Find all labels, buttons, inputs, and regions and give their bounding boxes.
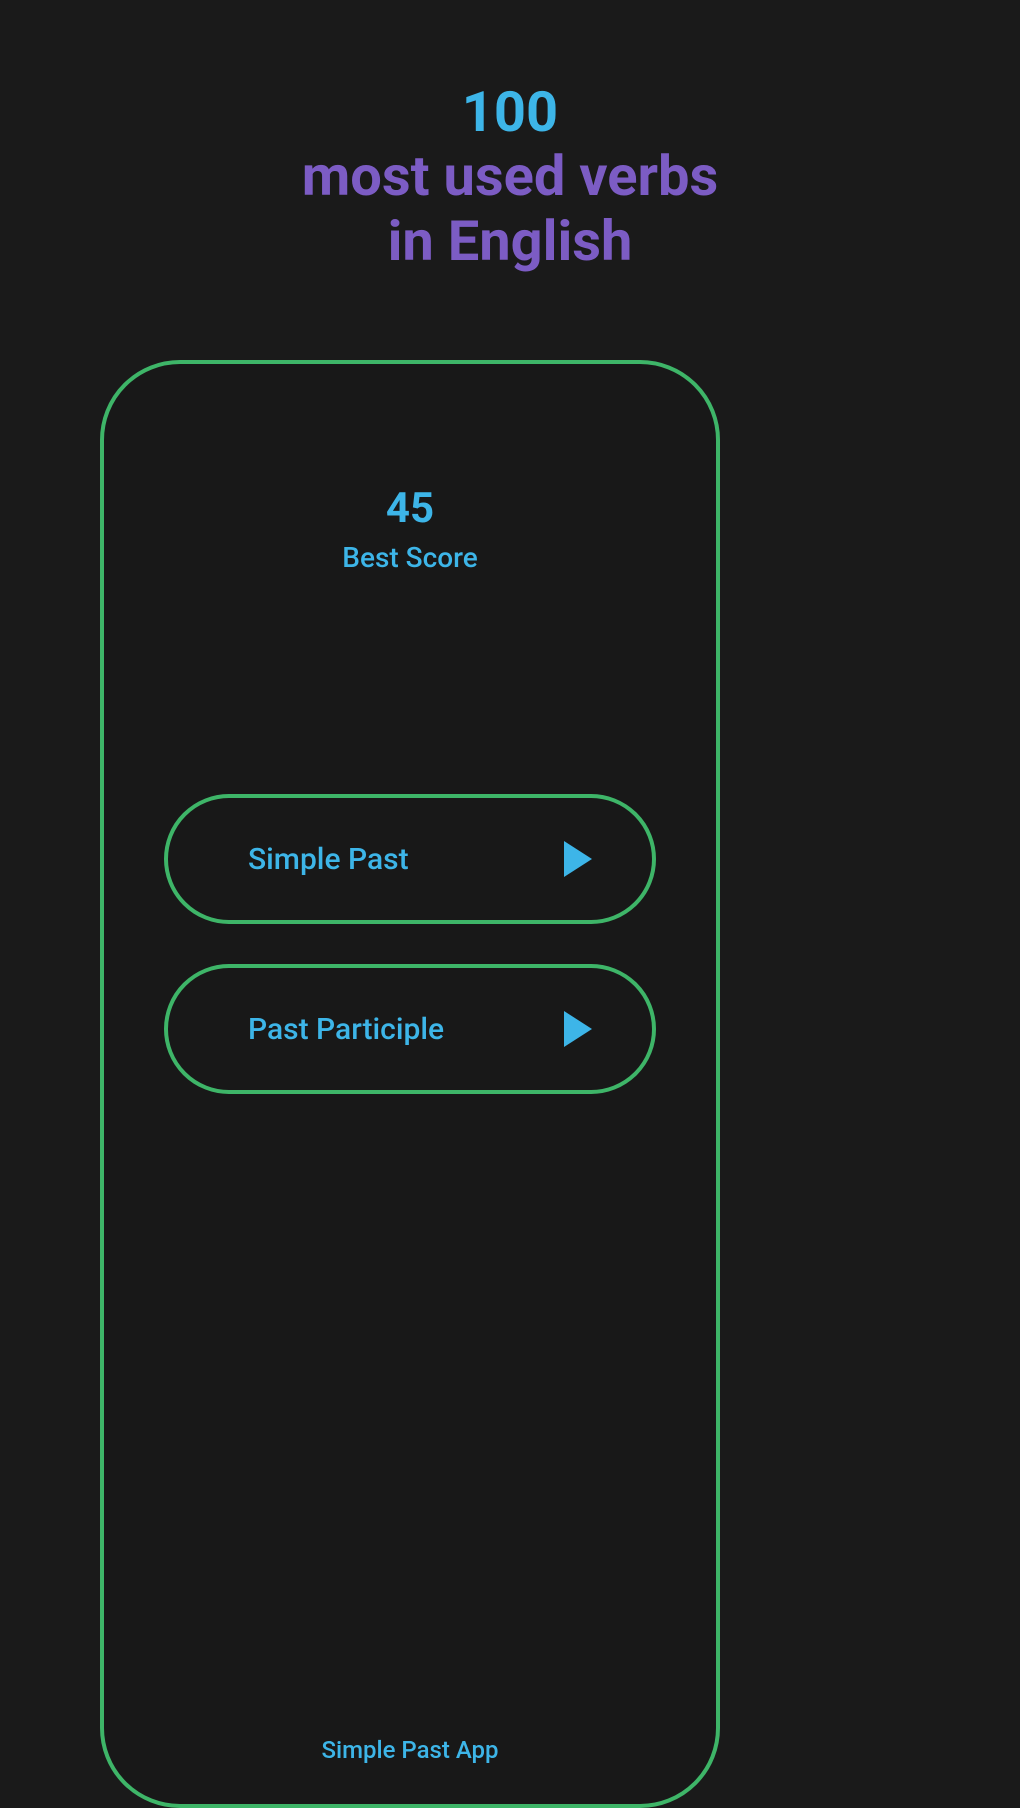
hero-title: 100 most used verbs in English: [0, 0, 1020, 273]
hero-title-line3: in English: [0, 209, 1020, 273]
footer-app-name: Simple Past App: [104, 1736, 716, 1764]
play-icon: [564, 841, 592, 877]
simple-past-label: Simple Past: [248, 842, 409, 877]
best-score-value: 45: [104, 484, 716, 533]
hero-title-line1: 100: [0, 80, 1020, 144]
simple-past-button[interactable]: Simple Past: [164, 794, 656, 924]
past-participle-button[interactable]: Past Participle: [164, 964, 656, 1094]
best-score-label: Best Score: [104, 541, 716, 574]
play-icon: [564, 1011, 592, 1047]
score-section: 45 Best Score: [104, 484, 716, 574]
phone-frame: 45 Best Score Simple Past Past Participl…: [100, 360, 720, 1808]
hero-title-line2: most used verbs: [0, 144, 1020, 208]
buttons-section: Simple Past Past Participle: [104, 794, 716, 1094]
past-participle-label: Past Participle: [248, 1012, 444, 1047]
